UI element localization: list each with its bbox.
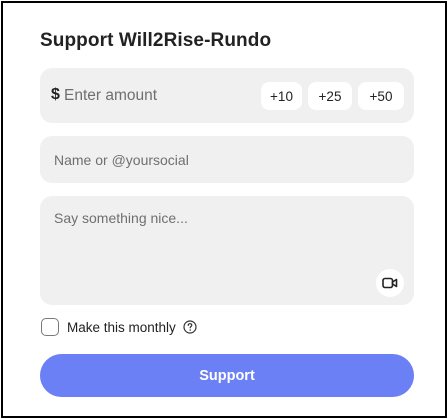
monthly-checkbox[interactable] — [41, 318, 59, 336]
amount-field[interactable]: $ Enter amount +10 +25 +50 — [40, 68, 414, 123]
monthly-label: Make this monthly — [67, 319, 176, 335]
video-camera-icon — [382, 277, 398, 289]
preset-50-button[interactable]: +50 — [358, 82, 404, 110]
amount-input-placeholder: Enter amount — [64, 87, 158, 104]
preset-10-button[interactable]: +10 — [261, 82, 302, 110]
preset-25-button[interactable]: +25 — [308, 82, 352, 110]
monthly-option: Make this monthly — [41, 317, 197, 337]
question-circle-icon[interactable] — [183, 320, 197, 334]
currency-symbol: $ — [51, 86, 60, 103]
message-textarea[interactable]: Say something nice... — [40, 196, 414, 305]
widget-title: Support Will2Rise-Rundo — [40, 30, 272, 51]
message-placeholder: Say something nice... — [54, 210, 188, 226]
name-input[interactable]: Name or @yoursocial — [40, 136, 414, 183]
video-message-button[interactable] — [376, 269, 404, 297]
support-button[interactable]: Support — [40, 354, 414, 397]
support-widget: Support Will2Rise-Rundo $ Enter amount +… — [1, 1, 447, 418]
name-input-placeholder: Name or @yoursocial — [54, 152, 189, 168]
